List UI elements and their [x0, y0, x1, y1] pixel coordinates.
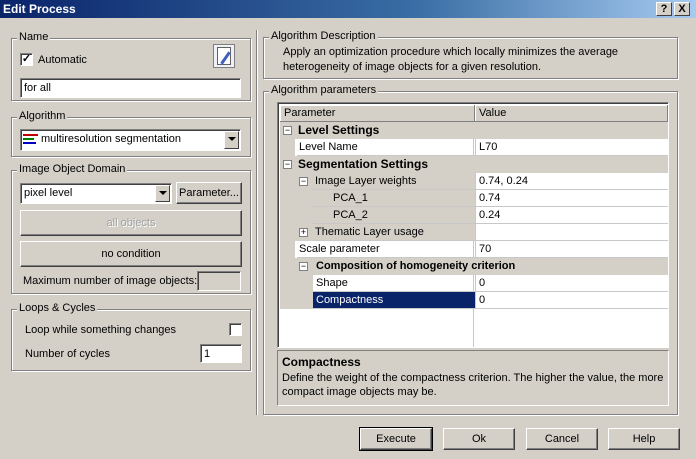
window-title: Edit Process	[3, 2, 76, 16]
collapse-icon[interactable]: −	[299, 177, 308, 186]
param-row-thematic-layer-usage[interactable]: + Thematic Layer usage	[280, 224, 668, 241]
param-row-scale-parameter[interactable]: Scale parameter 70	[280, 241, 668, 258]
row-value[interactable]: 70	[475, 241, 668, 258]
help-button[interactable]: Help	[608, 428, 680, 450]
params-legend: Algorithm parameters	[269, 84, 379, 96]
edit-name-icon[interactable]	[213, 44, 235, 68]
collapse-icon[interactable]: −	[283, 126, 292, 135]
domain-legend: Image Object Domain	[17, 163, 128, 175]
chevron-down-icon[interactable]	[224, 131, 239, 149]
row-label: Thematic Layer usage	[313, 224, 475, 241]
description-legend: Algorithm Description	[269, 30, 378, 42]
help-text: Define the weight of the compactness cri…	[282, 372, 664, 398]
row-value[interactable]: 0.24	[475, 207, 668, 224]
row-label: Shape	[313, 275, 475, 292]
name-field[interactable]: for all	[20, 78, 241, 98]
param-row-compactness[interactable]: Compactness 0	[280, 292, 668, 309]
ok-button[interactable]: Ok	[443, 428, 515, 450]
execute-button[interactable]: Execute	[359, 427, 433, 451]
max-objects-field[interactable]	[197, 271, 241, 291]
collapse-icon[interactable]: −	[283, 160, 292, 169]
row-value[interactable]: 0	[475, 275, 668, 292]
segmentation-icon	[23, 134, 38, 145]
param-row-pca-1[interactable]: PCA_1 0.74	[280, 190, 668, 207]
cancel-button[interactable]: Cancel	[526, 428, 598, 450]
chevron-down-icon[interactable]	[155, 185, 170, 202]
expand-icon[interactable]: +	[299, 228, 308, 237]
loop-label: Loop while something changes	[25, 324, 177, 336]
row-value[interactable]: 0	[475, 292, 668, 309]
row-value[interactable]: 0.74	[475, 190, 668, 207]
row-value[interactable]	[475, 224, 668, 241]
row-label: Composition of homogeneity criterion	[316, 260, 516, 272]
algorithm-selected: multiresolution segmentation	[41, 133, 182, 145]
cycles-label: Number of cycles	[25, 348, 110, 360]
loop-checkbox[interactable]	[229, 323, 242, 336]
parameter-grid: Parameter Value − Level Settings Level N…	[277, 102, 669, 348]
no-condition-button[interactable]: no condition	[20, 241, 242, 267]
automatic-label: Automatic	[38, 54, 87, 66]
separator	[256, 30, 258, 415]
parameter-button[interactable]: Parameter...	[176, 182, 242, 204]
row-value[interactable]: L70	[475, 139, 668, 156]
section-row-level-settings[interactable]: − Level Settings	[280, 122, 668, 139]
help-title: Compactness	[282, 355, 361, 369]
domain-selected: pixel level	[24, 187, 73, 199]
param-row-shape[interactable]: Shape 0	[280, 275, 668, 292]
all-objects-button[interactable]: all objects	[20, 210, 242, 236]
column-header-value[interactable]: Value	[475, 105, 668, 122]
cycles-field[interactable]: 1	[200, 344, 242, 363]
algorithm-select[interactable]: multiresolution segmentation	[20, 129, 241, 151]
param-row-level-name[interactable]: Level Name L70	[280, 139, 668, 156]
row-label: Level Name	[297, 139, 475, 156]
column-header-parameter[interactable]: Parameter	[280, 105, 475, 122]
description-text: Apply an optimization procedure which lo…	[283, 46, 619, 73]
row-label: Image Layer weights	[313, 173, 475, 190]
title-bar: Edit Process ? X	[0, 0, 696, 18]
max-objects-label: Maximum number of image objects:	[23, 275, 198, 287]
loops-legend: Loops & Cycles	[17, 302, 98, 314]
close-icon[interactable]: X	[674, 2, 690, 16]
name-legend: Name	[17, 31, 51, 43]
row-label: PCA_2	[313, 207, 475, 224]
param-row-pca-2[interactable]: PCA_2 0.24	[280, 207, 668, 224]
domain-select[interactable]: pixel level	[20, 183, 172, 204]
row-label: Level Settings	[295, 122, 668, 139]
row-label: Compactness	[313, 292, 475, 309]
algorithm-legend: Algorithm	[17, 110, 68, 122]
param-row-image-layer-weights[interactable]: − Image Layer weights 0.74, 0.24	[280, 173, 668, 190]
help-icon[interactable]: ?	[656, 2, 672, 16]
section-row-composition[interactable]: − Composition of homogeneity criterion	[280, 258, 668, 275]
row-label: Scale parameter	[297, 241, 475, 258]
section-row-segmentation-settings[interactable]: − Segmentation Settings	[280, 156, 668, 173]
parameter-help-box: Compactness Define the weight of the com…	[277, 350, 669, 406]
automatic-checkbox[interactable]: ✓	[20, 53, 33, 66]
row-label: PCA_1	[313, 190, 475, 207]
row-label: Segmentation Settings	[295, 156, 668, 173]
row-value[interactable]: 0.74, 0.24	[475, 173, 668, 190]
collapse-icon[interactable]: −	[299, 262, 308, 271]
